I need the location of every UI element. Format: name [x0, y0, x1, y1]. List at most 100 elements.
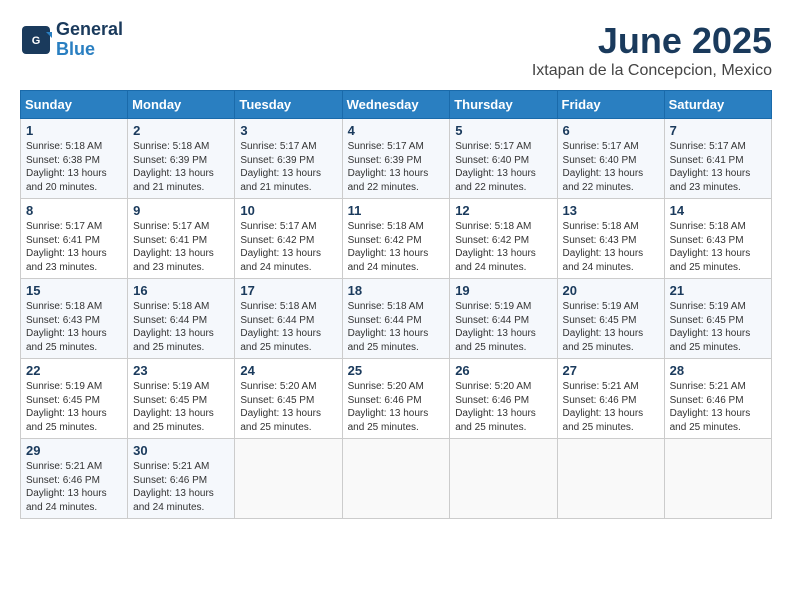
month-title: June 2025: [532, 20, 772, 62]
cell-info: Sunrise: 5:18 AM Sunset: 6:43 PM Dayligh…: [670, 220, 766, 274]
header-tuesday: Tuesday: [235, 91, 342, 119]
calendar-header-row: Sunday Monday Tuesday Wednesday Thursday…: [21, 91, 772, 119]
calendar-week-row: 22 Sunrise: 5:19 AM Sunset: 6:45 PM Dayli…: [21, 359, 772, 439]
day-number: 25: [348, 363, 445, 378]
day-number: 15: [26, 283, 122, 298]
calendar-cell: 23 Sunrise: 5:19 AM Sunset: 6:45 PM Dayli…: [128, 359, 235, 439]
cell-info: Sunrise: 5:18 AM Sunset: 6:44 PM Dayligh…: [133, 300, 229, 354]
day-number: 21: [670, 283, 766, 298]
cell-info: Sunrise: 5:17 AM Sunset: 6:40 PM Dayligh…: [563, 140, 659, 194]
calendar-cell: 17Sunrise: 5:18 AM Sunset: 6:44 PM Dayli…: [235, 279, 342, 359]
cell-info: Sunrise: 5:21 AM Sunset: 6:46 PM Dayligh…: [133, 460, 229, 514]
cell-info: Sunrise: 5:19 AM Sunset: 6:45 PM Dayligh…: [26, 380, 122, 434]
calendar-cell: [342, 439, 450, 519]
header-sunday: Sunday: [21, 91, 128, 119]
calendar-cell: 6 Sunrise: 5:17 AM Sunset: 6:40 PM Daylig…: [557, 119, 664, 199]
calendar-week-row: 8 Sunrise: 5:17 AM Sunset: 6:41 PM Daylig…: [21, 199, 772, 279]
svg-text:G: G: [32, 35, 41, 47]
calendar-cell: 28Sunrise: 5:21 AM Sunset: 6:46 PM Dayli…: [664, 359, 771, 439]
calendar-cell: 16 Sunrise: 5:18 AM Sunset: 6:44 PM Dayli…: [128, 279, 235, 359]
day-number: 17: [240, 283, 336, 298]
cell-info: Sunrise: 5:17 AM Sunset: 6:41 PM Dayligh…: [26, 220, 122, 274]
calendar-cell: 21 Sunrise: 5:19 AM Sunset: 6:45 PM Dayli…: [664, 279, 771, 359]
calendar-cell: [664, 439, 771, 519]
day-number: 24: [240, 363, 336, 378]
cell-info: Sunrise: 5:19 AM Sunset: 6:44 PM Dayligh…: [455, 300, 551, 354]
location-title: Ixtapan de la Concepcion, Mexico: [532, 62, 772, 80]
logo: G General Blue: [20, 20, 123, 60]
day-number: 30: [133, 443, 229, 458]
calendar-cell: 1 Sunrise: 5:18 AM Sunset: 6:38 PM Daylig…: [21, 119, 128, 199]
calendar-cell: 18 Sunrise: 5:18 AM Sunset: 6:44 PM Dayli…: [342, 279, 450, 359]
calendar-cell: 14 Sunrise: 5:18 AM Sunset: 6:43 PM Dayli…: [664, 199, 771, 279]
calendar-cell: 20 Sunrise: 5:19 AM Sunset: 6:45 PM Dayli…: [557, 279, 664, 359]
calendar-cell: 11Sunrise: 5:18 AM Sunset: 6:42 PM Dayli…: [342, 199, 450, 279]
calendar-cell: 3Sunrise: 5:17 AM Sunset: 6:39 PM Daylig…: [235, 119, 342, 199]
title-area: June 2025 Ixtapan de la Concepcion, Mexi…: [532, 20, 772, 80]
day-number: 29: [26, 443, 122, 458]
cell-info: Sunrise: 5:18 AM Sunset: 6:42 PM Dayligh…: [455, 220, 551, 274]
cell-info: Sunrise: 5:19 AM Sunset: 6:45 PM Dayligh…: [670, 300, 766, 354]
day-number: 22: [26, 363, 122, 378]
day-number: 26: [455, 363, 551, 378]
day-number: 27: [563, 363, 659, 378]
calendar-cell: 24 Sunrise: 5:20 AM Sunset: 6:45 PM Dayli…: [235, 359, 342, 439]
header-thursday: Thursday: [450, 91, 557, 119]
cell-info: Sunrise: 5:17 AM Sunset: 6:39 PM Dayligh…: [240, 140, 336, 194]
logo-line2: Blue: [56, 40, 123, 60]
day-number: 28: [670, 363, 766, 378]
calendar-cell: 12 Sunrise: 5:18 AM Sunset: 6:42 PM Dayli…: [450, 199, 557, 279]
calendar-cell: 10 Sunrise: 5:17 AM Sunset: 6:42 PM Dayli…: [235, 199, 342, 279]
day-number: 1: [26, 123, 122, 138]
cell-info: Sunrise: 5:18 AM Sunset: 6:43 PM Dayligh…: [26, 300, 122, 354]
calendar-cell: 19 Sunrise: 5:19 AM Sunset: 6:44 PM Dayli…: [450, 279, 557, 359]
calendar-cell: 29 Sunrise: 5:21 AM Sunset: 6:46 PM Dayli…: [21, 439, 128, 519]
day-number: 8: [26, 203, 122, 218]
calendar-cell: 15 Sunrise: 5:18 AM Sunset: 6:43 PM Dayli…: [21, 279, 128, 359]
day-number: 18: [348, 283, 445, 298]
day-number: 23: [133, 363, 229, 378]
day-number: 11: [348, 203, 445, 218]
cell-info: Sunrise: 5:17 AM Sunset: 6:41 PM Dayligh…: [133, 220, 229, 274]
calendar-table: Sunday Monday Tuesday Wednesday Thursday…: [20, 90, 772, 519]
day-number: 10: [240, 203, 336, 218]
day-number: 9: [133, 203, 229, 218]
calendar-cell: 25 Sunrise: 5:20 AM Sunset: 6:46 PM Dayli…: [342, 359, 450, 439]
day-number: 4: [348, 123, 445, 138]
calendar-cell: 2Sunrise: 5:18 AM Sunset: 6:39 PM Daylig…: [128, 119, 235, 199]
cell-info: Sunrise: 5:17 AM Sunset: 6:40 PM Dayligh…: [455, 140, 551, 194]
calendar-cell: 8 Sunrise: 5:17 AM Sunset: 6:41 PM Daylig…: [21, 199, 128, 279]
cell-info: Sunrise: 5:21 AM Sunset: 6:46 PM Dayligh…: [563, 380, 659, 434]
calendar-week-row: 1 Sunrise: 5:18 AM Sunset: 6:38 PM Daylig…: [21, 119, 772, 199]
cell-info: Sunrise: 5:18 AM Sunset: 6:38 PM Dayligh…: [26, 140, 122, 194]
day-number: 20: [563, 283, 659, 298]
cell-info: Sunrise: 5:19 AM Sunset: 6:45 PM Dayligh…: [133, 380, 229, 434]
cell-info: Sunrise: 5:17 AM Sunset: 6:41 PM Dayligh…: [670, 140, 766, 194]
logo-line1: General: [56, 20, 123, 40]
calendar-cell: 9 Sunrise: 5:17 AM Sunset: 6:41 PM Daylig…: [128, 199, 235, 279]
cell-info: Sunrise: 5:18 AM Sunset: 6:44 PM Dayligh…: [348, 300, 445, 354]
calendar-cell: [235, 439, 342, 519]
calendar-cell: 7 Sunrise: 5:17 AM Sunset: 6:41 PM Daylig…: [664, 119, 771, 199]
day-number: 7: [670, 123, 766, 138]
day-number: 14: [670, 203, 766, 218]
cell-info: Sunrise: 5:20 AM Sunset: 6:46 PM Dayligh…: [348, 380, 445, 434]
cell-info: Sunrise: 5:20 AM Sunset: 6:45 PM Dayligh…: [240, 380, 336, 434]
calendar-cell: 27 Sunrise: 5:21 AM Sunset: 6:46 PM Dayli…: [557, 359, 664, 439]
calendar-cell: 26Sunrise: 5:20 AM Sunset: 6:46 PM Dayli…: [450, 359, 557, 439]
calendar-cell: [450, 439, 557, 519]
day-number: 2: [133, 123, 229, 138]
day-number: 16: [133, 283, 229, 298]
cell-info: Sunrise: 5:17 AM Sunset: 6:42 PM Dayligh…: [240, 220, 336, 274]
header-monday: Monday: [128, 91, 235, 119]
day-number: 6: [563, 123, 659, 138]
cell-info: Sunrise: 5:21 AM Sunset: 6:46 PM Dayligh…: [26, 460, 122, 514]
day-number: 19: [455, 283, 551, 298]
page-header: G General Blue June 2025 Ixtapan de la C…: [20, 20, 772, 80]
calendar-cell: 22 Sunrise: 5:19 AM Sunset: 6:45 PM Dayli…: [21, 359, 128, 439]
day-number: 5: [455, 123, 551, 138]
cell-info: Sunrise: 5:19 AM Sunset: 6:45 PM Dayligh…: [563, 300, 659, 354]
header-saturday: Saturday: [664, 91, 771, 119]
day-number: 12: [455, 203, 551, 218]
calendar-week-row: 29 Sunrise: 5:21 AM Sunset: 6:46 PM Dayli…: [21, 439, 772, 519]
